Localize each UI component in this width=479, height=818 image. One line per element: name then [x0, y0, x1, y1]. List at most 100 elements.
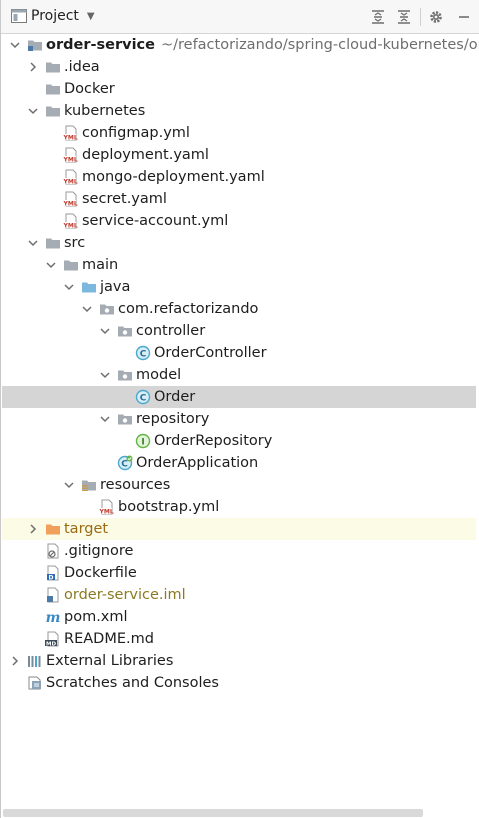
spring-boot-class-icon [117, 455, 133, 471]
gear-icon[interactable] [428, 9, 444, 25]
class-icon [135, 389, 151, 405]
tree-item-label: configmap.yml [82, 124, 190, 142]
yaml-file-icon [63, 169, 79, 185]
chevron-down-icon[interactable] [99, 413, 111, 425]
tree-item-label: bootstrap.yml [118, 498, 219, 516]
tree-row[interactable]: mongo-deployment.yaml [2, 166, 476, 188]
tree-row[interactable]: deployment.yaml [2, 144, 476, 166]
tree-row[interactable]: Dockerfile [2, 562, 476, 584]
tree-item-name: Order [154, 389, 196, 405]
chevron-down-icon[interactable] [99, 369, 111, 381]
tree-row[interactable]: OrderApplication [2, 452, 476, 474]
tree-item-name: bootstrap.yml [118, 499, 220, 515]
tree-row[interactable]: Scratches and Consoles [2, 672, 476, 694]
tree-item-label: kubernetes [64, 102, 145, 120]
tree-item-label: OrderApplication [136, 454, 258, 472]
tree-item-name: mongo-deployment.yaml [82, 169, 265, 185]
tree-item-name: deployment.yaml [82, 147, 209, 163]
tree-item-label: External Libraries [46, 652, 173, 670]
tree-row[interactable]: bootstrap.yml [2, 496, 476, 518]
tree-row[interactable]: README.md [2, 628, 476, 650]
package-icon [99, 301, 115, 317]
tree-item-label: order-service.iml [64, 586, 186, 604]
tree-item-label: .gitignore [64, 542, 133, 560]
collapse-all-icon[interactable] [396, 9, 412, 25]
tree-item-label: mongo-deployment.yaml [82, 168, 265, 186]
tree-row[interactable]: configmap.yml [2, 122, 476, 144]
tree-row[interactable]: com.refactorizando [2, 298, 476, 320]
project-view-selector[interactable]: Project ▼ [11, 8, 95, 24]
folder-icon [63, 257, 79, 273]
folder-icon [45, 59, 61, 75]
tree-item-name: .idea [64, 59, 100, 75]
package-icon [117, 411, 133, 427]
tree-item-label: model [136, 366, 181, 384]
chevron-right-icon[interactable] [9, 655, 21, 667]
tree-item-label: target [64, 520, 108, 538]
tree-item-label: .idea [64, 58, 100, 76]
module-folder-icon [27, 37, 43, 53]
folder-icon [45, 103, 61, 119]
tree-item-name: model [136, 367, 182, 383]
tree-item-name: service-account.yml [82, 213, 229, 229]
chevron-right-icon[interactable] [27, 523, 39, 535]
tree-item-label: Dockerfile [64, 564, 137, 582]
tree-row[interactable]: External Libraries [2, 650, 476, 672]
libraries-icon [27, 653, 43, 669]
tree-row[interactable]: service-account.yml [2, 210, 476, 232]
tree-row[interactable]: java [2, 276, 476, 298]
tree-row[interactable]: secret.yaml [2, 188, 476, 210]
tree-item-label: pom.xml [64, 608, 128, 626]
toolbar-divider [420, 8, 421, 26]
chevron-down-icon[interactable] [45, 259, 57, 271]
tree-row[interactable]: kubernetes [2, 100, 476, 122]
tree-row[interactable]: order-service ~/refactorizando/spring-clo… [2, 34, 479, 56]
tree-row[interactable]: order-service.iml [2, 584, 476, 606]
tree-item-name: main [82, 257, 119, 273]
tree-row[interactable]: OrderController [2, 342, 476, 364]
chevron-down-icon[interactable] [9, 39, 21, 51]
tree-row[interactable]: .idea [2, 56, 476, 78]
chevron-down-icon[interactable] [27, 237, 39, 249]
gitignore-file-icon [45, 543, 61, 559]
tree-item-name: .gitignore [64, 543, 134, 559]
tree-row[interactable]: OrderRepository [2, 430, 476, 452]
yaml-file-icon [63, 125, 79, 141]
tree-row[interactable]: Order [2, 386, 476, 408]
tree-row[interactable]: pom.xml [2, 606, 476, 628]
tree-item-label: README.md [64, 630, 154, 648]
tree-item-name: OrderApplication [136, 455, 259, 471]
tree-row[interactable]: repository [2, 408, 476, 430]
tree-row[interactable]: target [2, 518, 476, 540]
tree-row[interactable]: main [2, 254, 476, 276]
chevron-down-icon[interactable] [99, 325, 111, 337]
tree-item-label: src [64, 234, 85, 252]
tree-item-name: order-service.iml [64, 587, 186, 603]
chevron-down-icon[interactable] [63, 281, 75, 293]
excluded-folder-icon [45, 521, 61, 537]
class-icon [135, 345, 151, 361]
tree-item-label: Docker [64, 80, 115, 98]
horizontal-scrollbar[interactable] [3, 809, 423, 817]
yaml-file-icon [63, 213, 79, 229]
tree-row[interactable]: resources [2, 474, 476, 496]
dockerfile-icon [45, 565, 61, 581]
tree-row[interactable]: .gitignore [2, 540, 476, 562]
tree-item-label: secret.yaml [82, 190, 167, 208]
yaml-file-icon [99, 499, 115, 515]
chevron-down-icon[interactable] [81, 303, 93, 315]
expand-all-icon[interactable] [370, 9, 386, 25]
chevron-right-icon[interactable] [27, 61, 39, 73]
tree-row[interactable]: controller [2, 320, 476, 342]
tree-row[interactable]: Docker [2, 78, 476, 100]
tree-item-name: repository [136, 411, 210, 427]
chevron-down-icon[interactable] [63, 479, 75, 491]
tree-item-name: src [64, 235, 86, 251]
tree-item-label: resources [100, 476, 170, 494]
minimize-icon[interactable] [456, 9, 472, 25]
tree-item-name: OrderRepository [154, 433, 273, 449]
tree-item-label: OrderController [154, 344, 267, 362]
tree-row[interactable]: model [2, 364, 476, 386]
chevron-down-icon[interactable] [27, 105, 39, 117]
tree-row[interactable]: src [2, 232, 476, 254]
